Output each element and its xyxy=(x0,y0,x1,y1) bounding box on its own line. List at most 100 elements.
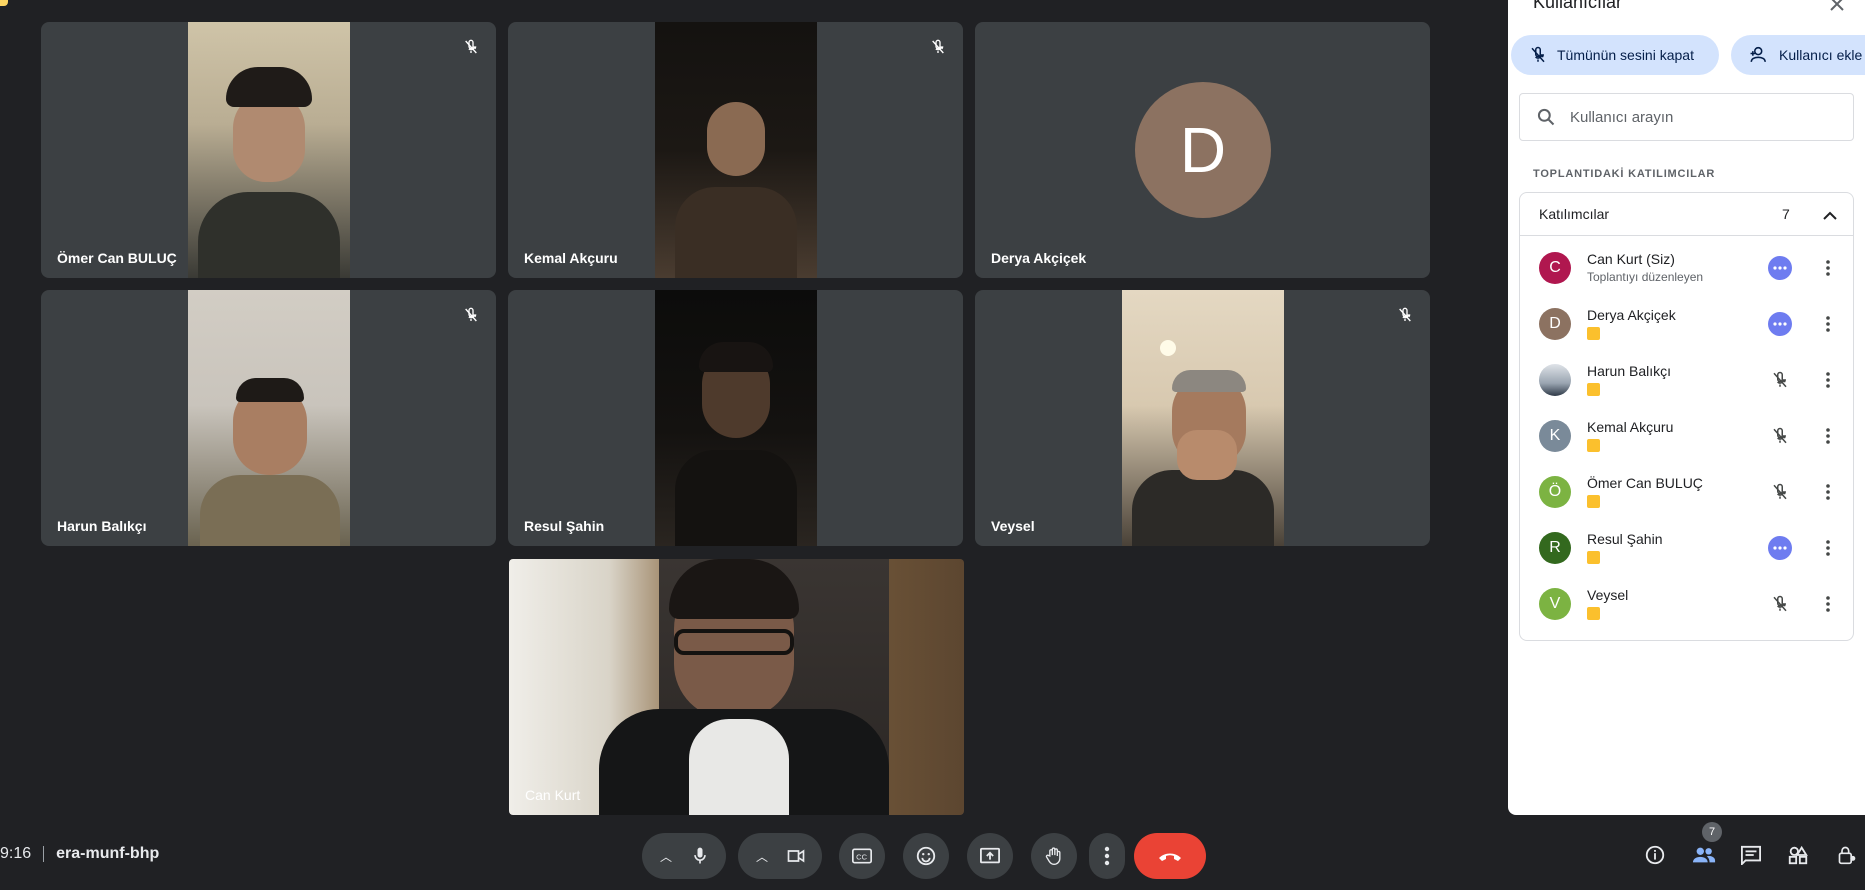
captions-button[interactable]: CC xyxy=(839,833,885,879)
participant-row[interactable]: V Veysel xyxy=(1520,576,1853,632)
mic-off-icon xyxy=(460,304,482,326)
participants-group-header[interactable]: Katılımcılar 7 xyxy=(1520,193,1853,236)
audio-dots-icon xyxy=(1773,266,1787,270)
participant-name: Ömer Can BULUÇ xyxy=(57,250,177,266)
participant-tile-kemal[interactable]: Kemal Akçuru xyxy=(508,22,963,278)
avatar: C xyxy=(1539,252,1571,284)
glasses xyxy=(674,629,794,655)
host-control-badge xyxy=(1587,607,1600,620)
meeting-code: era-munf-bhp xyxy=(56,845,160,862)
microphone-icon xyxy=(694,847,706,864)
close-panel-button[interactable] xyxy=(1825,0,1849,14)
participant-count-badge: 7 xyxy=(1702,822,1722,842)
participant-row[interactable]: K Kemal Akçuru xyxy=(1520,408,1853,464)
meeting-details-button[interactable] xyxy=(1637,837,1673,873)
divider xyxy=(43,845,45,862)
audio-dots-icon xyxy=(1773,322,1787,326)
lock-person-icon xyxy=(1838,846,1856,865)
video-feed xyxy=(188,290,350,546)
participant-row[interactable]: D Derya Akçiçek xyxy=(1520,296,1853,352)
activities-button[interactable] xyxy=(1780,837,1816,873)
avatar: Ö xyxy=(1539,476,1571,508)
participant-tile-resul[interactable]: Resul Şahin xyxy=(508,290,963,546)
participant-count: 7 xyxy=(1782,206,1790,222)
host-control-badge xyxy=(1587,327,1600,340)
add-user-button[interactable]: Kullanıcı ekle xyxy=(1731,35,1865,75)
participant-role: Toplantıyı düzenleyen xyxy=(1587,270,1704,284)
mic-off-icon[interactable] xyxy=(1768,480,1792,504)
participants-list: Katılımcılar 7 C Can Kurt (Siz) Toplantı… xyxy=(1519,192,1854,641)
host-control-badge xyxy=(1587,383,1600,396)
search-box xyxy=(1519,93,1854,141)
info-icon xyxy=(1645,845,1665,865)
camera-button[interactable] xyxy=(784,844,808,868)
participant-name: Can Kurt xyxy=(525,787,581,803)
microphone-button[interactable] xyxy=(688,844,712,868)
leave-call-button[interactable] xyxy=(1134,833,1206,879)
camera-icon xyxy=(787,849,805,863)
people-button[interactable] xyxy=(1686,837,1722,873)
more-vert-icon[interactable] xyxy=(1816,592,1840,616)
participant-name: Ömer Can BULUÇ xyxy=(1587,475,1703,491)
participant-tile-derya[interactable]: D Derya Akçiçek xyxy=(975,22,1430,278)
participant-tile-veysel[interactable]: Veysel xyxy=(975,290,1430,546)
more-vert-icon[interactable] xyxy=(1816,536,1840,560)
mic-off-icon[interactable] xyxy=(1768,368,1792,392)
speaking-indicator xyxy=(1768,312,1792,336)
speaking-indicator xyxy=(1768,256,1792,280)
mic-off-icon xyxy=(460,36,482,58)
more-vert-icon[interactable] xyxy=(1816,424,1840,448)
mute-all-label: Tümünün sesini kapat xyxy=(1557,47,1694,63)
raise-hand-button[interactable] xyxy=(1031,833,1077,879)
participant-row[interactable]: C Can Kurt (Siz) Toplantıyı düzenleyen xyxy=(1520,240,1853,296)
search-icon xyxy=(1537,108,1555,126)
host-control-badge xyxy=(1587,439,1600,452)
participant-row[interactable]: Ö Ömer Can BULUÇ xyxy=(1520,464,1853,520)
video-feed xyxy=(188,22,350,278)
video-controls: ︿ xyxy=(738,833,822,879)
panel-title: Kullanıcılar xyxy=(1533,0,1623,12)
meeting-time: 9:16 xyxy=(0,845,32,862)
more-vert-icon[interactable] xyxy=(1816,312,1840,336)
mic-off-icon[interactable] xyxy=(1768,424,1792,448)
more-options-button[interactable] xyxy=(1089,833,1125,879)
mute-all-button[interactable]: Tümünün sesini kapat xyxy=(1511,35,1719,75)
chevron-up-icon[interactable]: ︿ xyxy=(660,848,672,865)
more-vert-icon xyxy=(1104,846,1110,866)
group-label: Katılımcılar xyxy=(1539,206,1610,222)
chevron-up-icon[interactable] xyxy=(1818,203,1842,227)
participant-tile-harun[interactable]: Harun Balıkçı xyxy=(41,290,496,546)
avatar: V xyxy=(1539,588,1571,620)
search-input[interactable] xyxy=(1568,107,1832,127)
more-vert-icon[interactable] xyxy=(1816,480,1840,504)
host-control-badge xyxy=(1587,551,1600,564)
avatar: D xyxy=(1539,308,1571,340)
participant-row[interactable]: R Resul Şahin xyxy=(1520,520,1853,576)
mic-off-icon[interactable] xyxy=(1768,592,1792,616)
participant-name: Resul Şahin xyxy=(1587,531,1663,547)
reactions-button[interactable] xyxy=(903,833,949,879)
present-button[interactable] xyxy=(967,833,1013,879)
chevron-up-icon[interactable]: ︿ xyxy=(756,848,768,865)
participant-name: Harun Balıkçı xyxy=(1587,363,1672,379)
participant-name: Derya Akçiçek xyxy=(1587,307,1676,323)
avatar: R xyxy=(1539,532,1571,564)
more-vert-icon[interactable] xyxy=(1816,368,1840,392)
people-panel: Kullanıcılar Tümünün sesini kapat Kullan… xyxy=(1508,0,1865,815)
self-video-tile[interactable]: Can Kurt xyxy=(509,559,964,815)
people-icon xyxy=(1692,847,1716,863)
host-controls-button[interactable] xyxy=(1829,837,1865,873)
participant-name: Can Kurt (Siz) xyxy=(1587,251,1675,267)
participant-row[interactable]: Harun Balıkçı xyxy=(1520,352,1853,408)
participant-tile-omer[interactable]: Ömer Can BULUÇ xyxy=(41,22,496,278)
person-add-icon xyxy=(1750,46,1766,63)
audio-dots-icon xyxy=(1773,546,1787,550)
add-user-label: Kullanıcı ekle xyxy=(1779,47,1863,63)
host-control-badge xyxy=(1587,495,1600,508)
meeting-info: 9:16 era-munf-bhp xyxy=(0,845,159,863)
more-vert-icon[interactable] xyxy=(1816,256,1840,280)
chat-button[interactable] xyxy=(1733,837,1769,873)
participant-name: Harun Balıkçı xyxy=(57,518,147,534)
video-feed xyxy=(655,22,817,278)
avatar: K xyxy=(1539,420,1571,452)
